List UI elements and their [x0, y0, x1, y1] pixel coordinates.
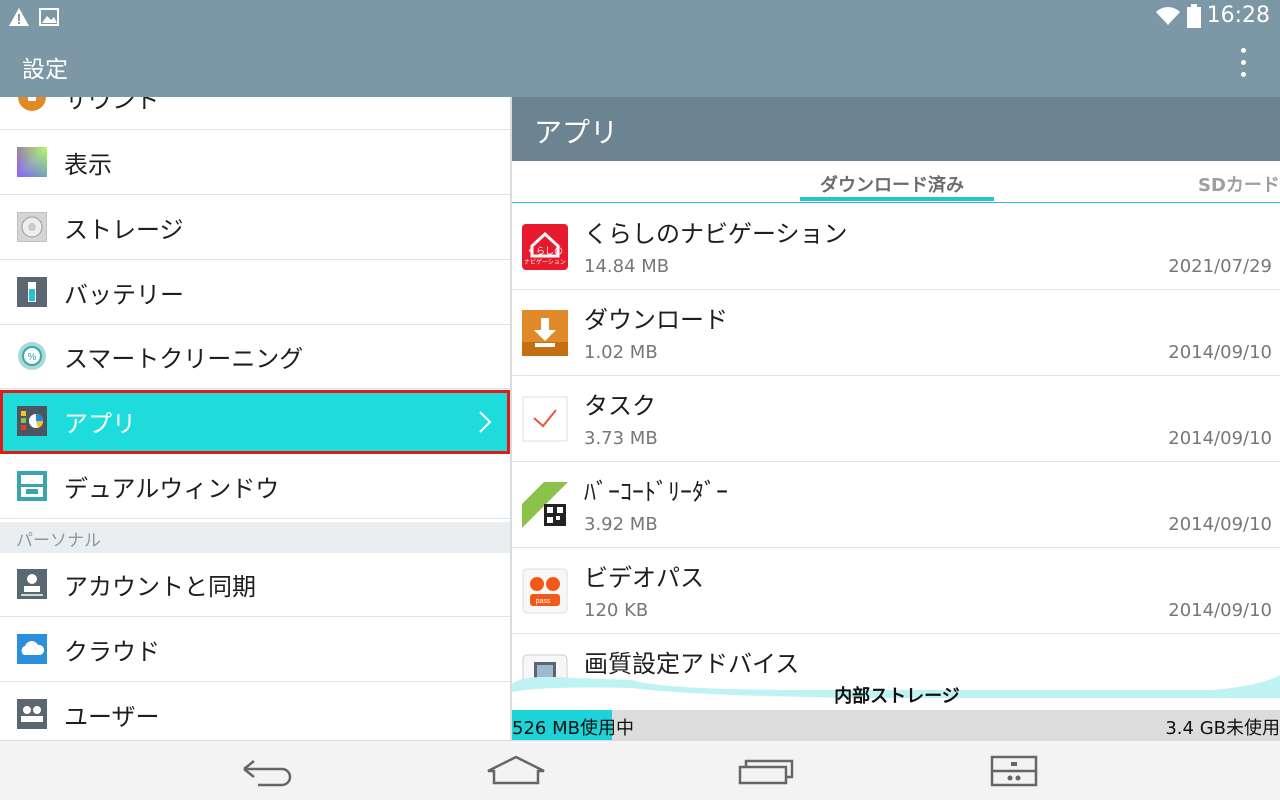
dual-window-icon: [17, 471, 47, 501]
download-icon: [522, 310, 568, 356]
apps-panel: アプリ ダウンロード済み SDカード くらしの ナビゲーション くらしのナビゲーシ…: [510, 97, 1280, 740]
storage-used-label: 526 MB使用中: [512, 718, 634, 739]
settings-item-dual-window[interactable]: デュアルウィンドウ: [0, 455, 510, 519]
app-name: ビデオパス: [584, 564, 704, 592]
settings-item-display[interactable]: 表示: [0, 131, 510, 195]
chevron-right-icon: [479, 411, 492, 433]
app-row[interactable]: タスク 3.73 MB 2014/09/10: [512, 376, 1280, 462]
task-icon: [522, 396, 568, 442]
recents-icon[interactable]: [736, 753, 796, 789]
apps-panel-title: アプリ: [534, 116, 619, 149]
battery-icon: [1186, 3, 1201, 28]
settings-item-storage[interactable]: ストレージ: [0, 196, 510, 260]
app-row[interactable]: ダウンロード 1.02 MB 2014/09/10: [512, 290, 1280, 376]
settings-item-account-sync[interactable]: アカウントと同期: [0, 553, 510, 617]
app-name: ﾊﾞｰｺｰﾄﾞﾘｰﾀﾞｰ: [584, 478, 728, 506]
storage-icon: [17, 212, 47, 242]
dual-window-toggle-icon[interactable]: [986, 753, 1046, 789]
settings-item-cloud[interactable]: クラウド: [0, 618, 510, 682]
storage-usage-bar: 526 MB使用中 3.4 GB未使用: [512, 710, 1280, 740]
app-date: 2014/09/10: [1168, 342, 1272, 363]
svg-text:ナビゲーション: ナビゲーション: [524, 258, 566, 266]
app-name: タスク: [584, 392, 656, 420]
smart-cleaning-icon: %: [18, 342, 46, 370]
warning-icon: [9, 8, 29, 26]
cloud-icon: [17, 634, 47, 664]
settings-list[interactable]: サウンド 表示 ストレージ バッテリー % スマートクリーニング アプリ デュア…: [0, 97, 510, 740]
app-size: 120 KB: [584, 600, 649, 621]
tab-sd-card[interactable]: SDカード: [1198, 171, 1280, 197]
app-size: 3.92 MB: [584, 514, 658, 535]
settings-item-battery[interactable]: バッテリー: [0, 261, 510, 325]
status-time: 16:28: [1206, 3, 1270, 28]
app-row[interactable]: くらしの ナビゲーション くらしのナビゲーション 14.84 MB 2021/07…: [512, 204, 1280, 290]
section-header-personal: パーソナル: [0, 522, 510, 553]
users-icon: [17, 699, 47, 729]
app-date: 2014/09/10: [1168, 514, 1272, 535]
settings-item-smart-cleaning[interactable]: % スマートクリーニング: [0, 325, 510, 389]
video-pass-icon: pass: [522, 568, 568, 614]
app-name: くらしのナビゲーション: [584, 220, 848, 248]
app-date: 2021/07/29: [1168, 256, 1272, 277]
svg-text:くらしの: くらしの: [527, 246, 563, 257]
app-row[interactable]: pass ビデオパス 120 KB 2014/09/10: [512, 548, 1280, 634]
app-size: 1.02 MB: [584, 342, 658, 363]
battery-icon: [17, 277, 47, 307]
barcode-reader-icon: [522, 482, 568, 528]
apps-icon: [17, 406, 47, 436]
home-icon[interactable]: [486, 753, 546, 789]
navigation-bar: [0, 740, 1280, 800]
action-bar: 設定: [0, 34, 1280, 97]
page-title: 設定: [22, 57, 68, 83]
kurashi-navi-icon: くらしのナビゲーション: [522, 224, 568, 270]
storage-title: 内部ストレージ: [834, 686, 960, 707]
storage-free-label: 3.4 GB未使用: [1165, 718, 1280, 739]
more-vert-icon[interactable]: [1238, 48, 1248, 82]
sound-icon: [18, 97, 46, 111]
app-size: 3.73 MB: [584, 428, 658, 449]
status-bar: 16:28: [0, 0, 1280, 34]
apps-panel-header: アプリ: [512, 97, 1280, 161]
app-row[interactable]: ﾊﾞｰｺｰﾄﾞﾘｰﾀﾞｰ 3.92 MB 2014/09/10: [512, 462, 1280, 548]
tab-active-indicator: [800, 197, 994, 201]
settings-item-apps[interactable]: アプリ: [0, 390, 510, 454]
display-icon: [17, 147, 47, 177]
settings-item-sound[interactable]: サウンド: [0, 97, 510, 130]
app-date: 2014/09/10: [1168, 600, 1272, 621]
image-icon: [39, 8, 59, 26]
internal-storage-bar: 内部ストレージ 526 MB使用中 3.4 GB未使用: [512, 672, 1280, 740]
tab-downloaded[interactable]: ダウンロード済み: [820, 171, 964, 197]
back-icon[interactable]: [238, 753, 298, 789]
app-name: ダウンロード: [584, 306, 728, 334]
account-sync-icon: [17, 569, 47, 599]
settings-item-users[interactable]: ユーザー: [0, 683, 510, 740]
svg-text:%: %: [28, 352, 37, 363]
svg-text:pass: pass: [536, 598, 551, 605]
app-size: 14.84 MB: [584, 256, 670, 277]
app-date: 2014/09/10: [1168, 428, 1272, 449]
apps-tabs: ダウンロード済み SDカード: [512, 161, 1280, 203]
wifi-icon: [1155, 6, 1180, 25]
